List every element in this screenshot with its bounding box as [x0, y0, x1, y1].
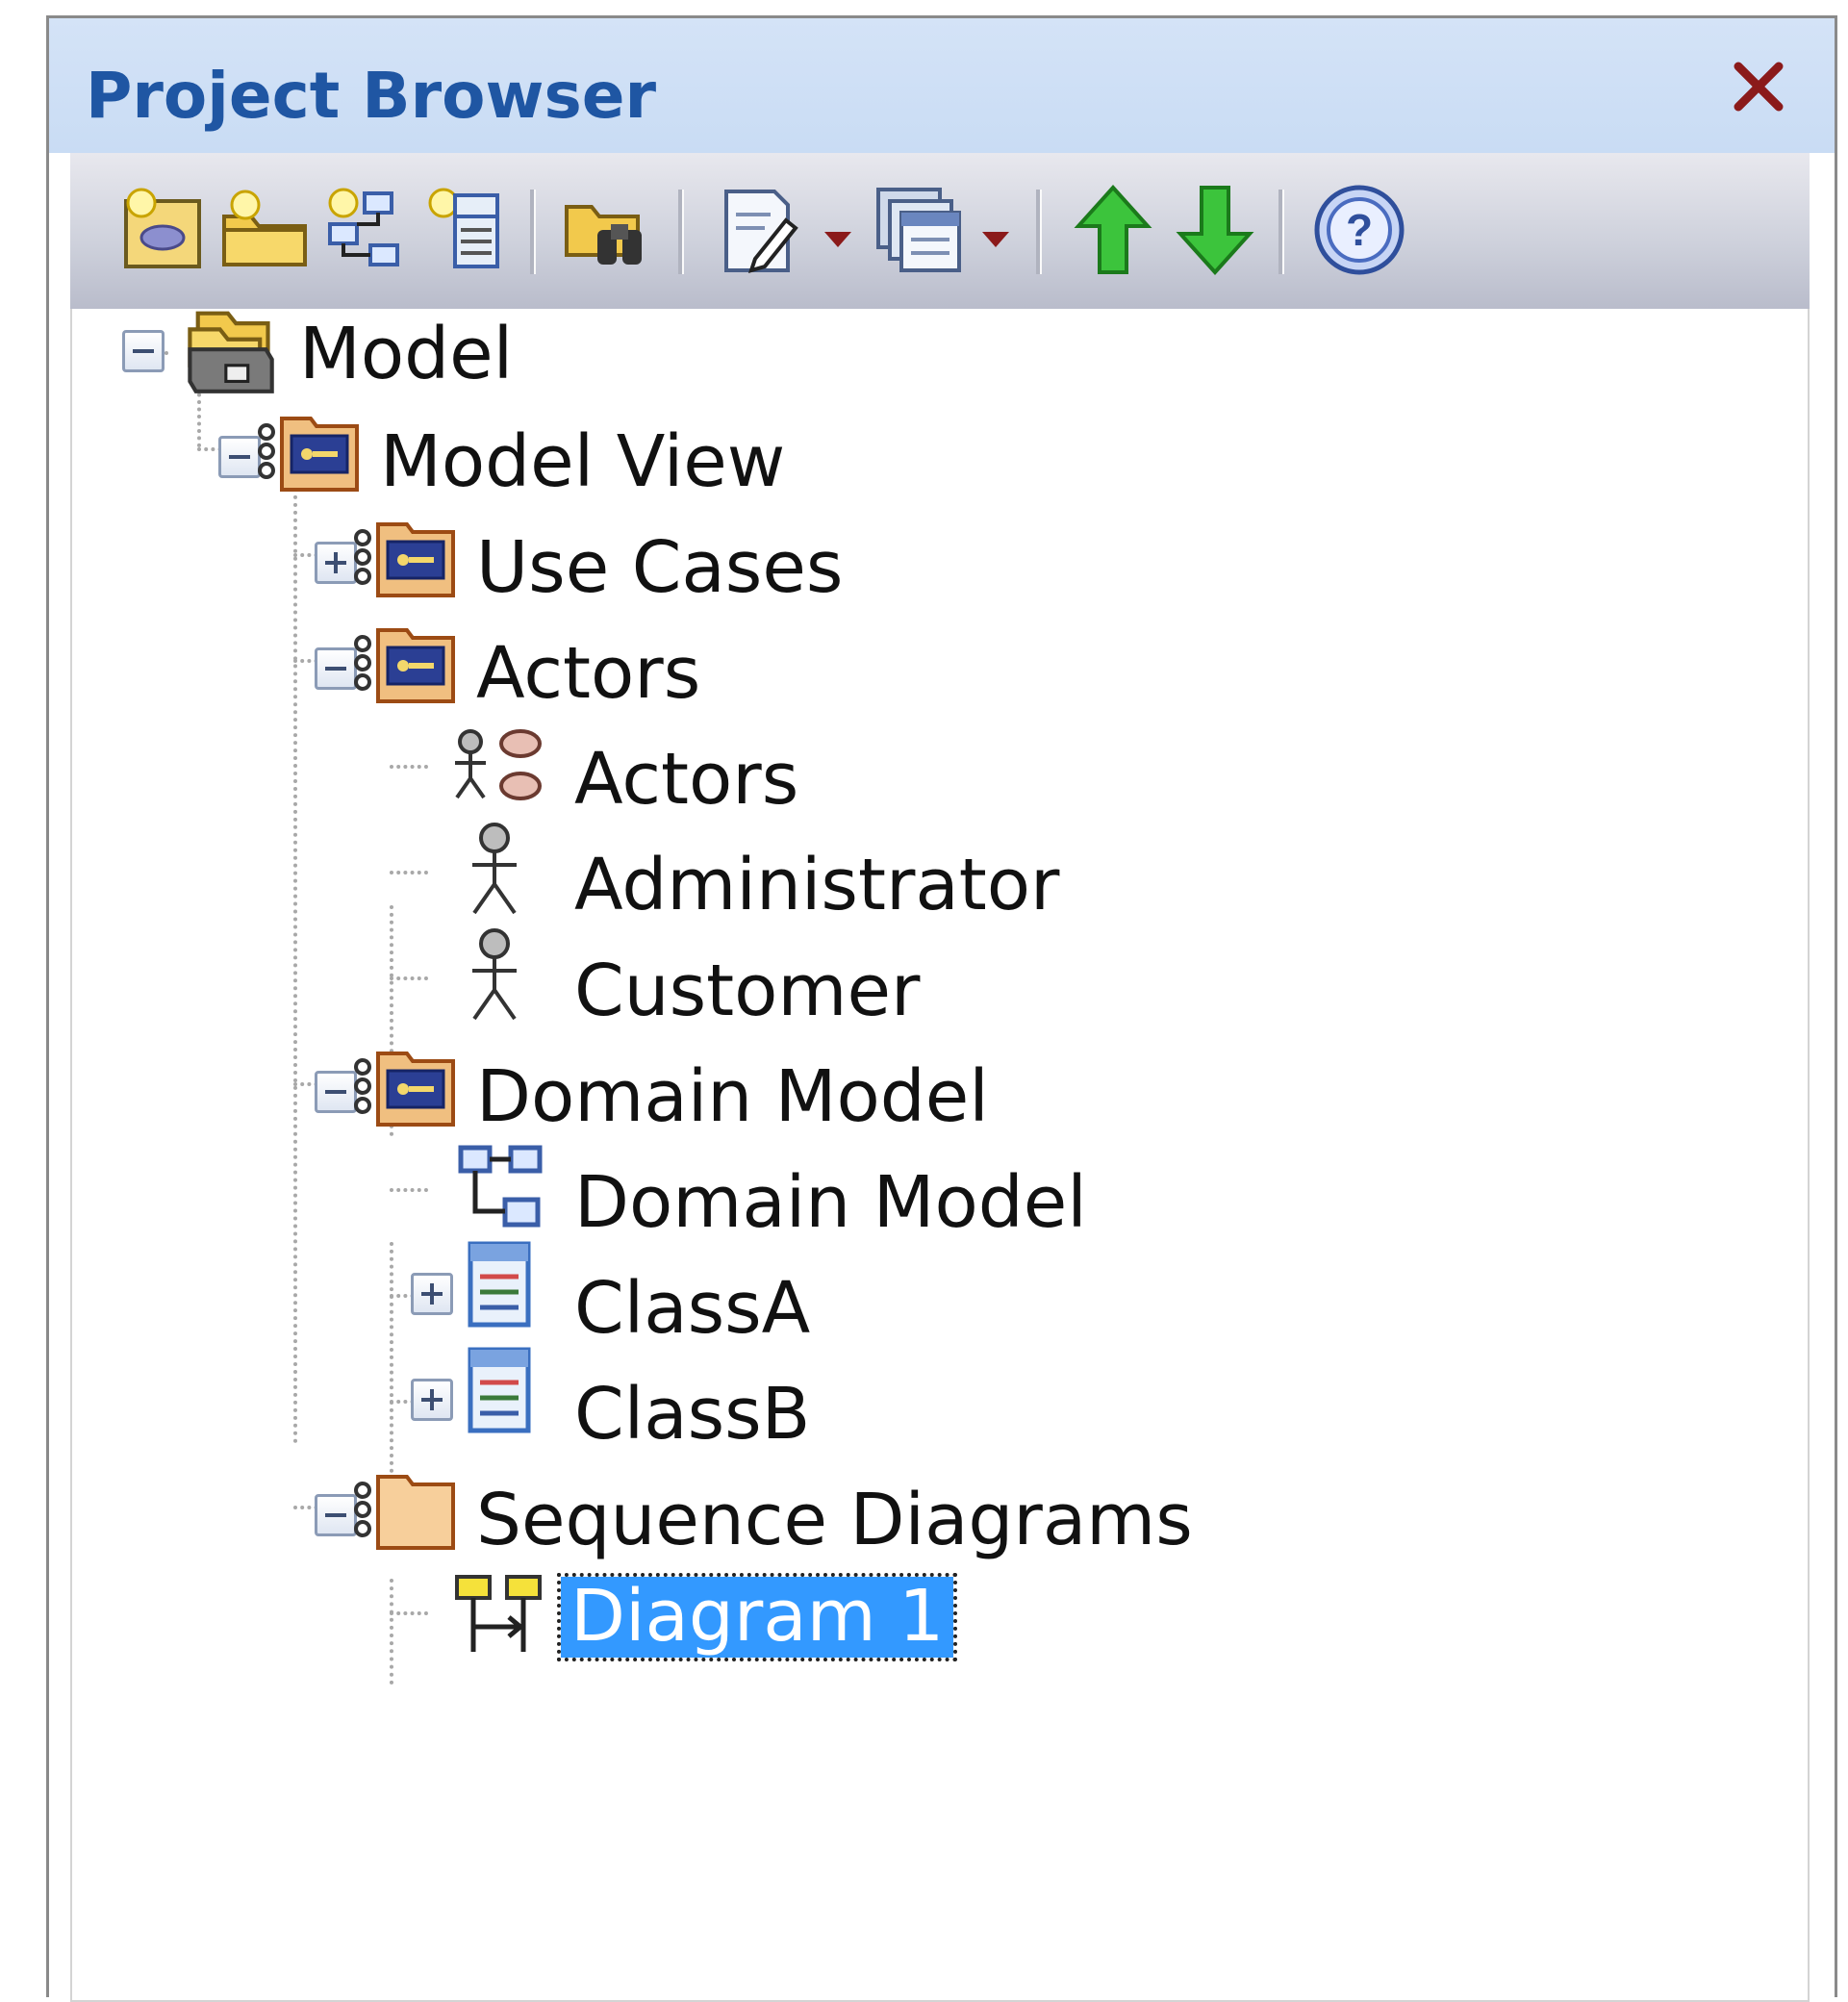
model-root-icon	[188, 311, 274, 393]
view-package-plain-icon	[354, 1475, 455, 1550]
sequence-diagram-icon	[455, 1575, 542, 1652]
toolbar: ?	[70, 153, 1810, 309]
tree-connector	[390, 1188, 428, 1192]
view-package-icon	[354, 1052, 455, 1127]
class-diagram-icon	[458, 1145, 543, 1228]
toolbar-separator	[1036, 190, 1042, 274]
tree-item-label-selected[interactable]: Diagram 1	[556, 1573, 958, 1661]
expand-toggle[interactable]	[411, 1273, 453, 1315]
tree-connector	[390, 1611, 428, 1615]
tree-connector	[390, 1579, 393, 1685]
tree-item-label[interactable]: ClassA	[574, 1273, 810, 1344]
project-tree: Model Model View Use Cases Actors Actors…	[70, 309, 1810, 2002]
tree-connector	[293, 472, 297, 1444]
tree-item-label[interactable]: Model	[299, 318, 513, 390]
expand-toggle[interactable]	[411, 1379, 453, 1421]
tree-item-label[interactable]: Domain Model	[574, 1167, 1087, 1238]
class-icon	[468, 1347, 531, 1433]
new-model-package-icon[interactable]	[116, 182, 213, 278]
actor-icon	[472, 823, 517, 915]
generate-report-icon[interactable]	[871, 182, 967, 278]
tree-item-label[interactable]: Administrator	[574, 849, 1059, 921]
chevron-down-icon[interactable]	[819, 220, 857, 259]
class-icon	[468, 1241, 531, 1328]
title-bar: Project Browser	[49, 18, 1835, 153]
tree-connector	[390, 765, 428, 769]
actor-icon	[472, 928, 517, 1021]
collapse-toggle[interactable]	[315, 1071, 357, 1113]
tree-connector	[390, 1242, 393, 1473]
svg-text:?: ?	[1346, 205, 1373, 255]
documentation-icon[interactable]	[711, 182, 807, 278]
use-case-diagram-icon	[455, 729, 542, 800]
help-icon[interactable]: ?	[1311, 182, 1407, 278]
expand-toggle[interactable]	[315, 542, 357, 584]
tree-item-label[interactable]: Domain Model	[476, 1061, 989, 1132]
view-package-icon	[258, 417, 359, 492]
tree-connector	[390, 871, 428, 874]
new-element-icon[interactable]	[417, 182, 513, 278]
move-down-icon[interactable]	[1167, 182, 1263, 278]
panel-title: Project Browser	[86, 59, 657, 133]
collapse-toggle[interactable]	[315, 1494, 357, 1536]
find-in-project-icon[interactable]	[561, 182, 657, 278]
project-browser-panel: Project Browser ? Model Model View Use C…	[46, 15, 1837, 2002]
toolbar-separator	[678, 190, 684, 274]
toolbar-separator	[1278, 190, 1284, 274]
tree-item-label[interactable]: Use Cases	[476, 532, 843, 603]
view-package-icon	[354, 522, 455, 597]
collapse-toggle[interactable]	[122, 330, 165, 372]
tree-item-label[interactable]: Model View	[380, 426, 785, 497]
tree-item-label[interactable]: ClassB	[574, 1379, 810, 1450]
view-package-icon	[354, 628, 455, 703]
new-package-icon[interactable]	[216, 182, 313, 278]
collapse-toggle[interactable]	[218, 436, 261, 478]
collapse-toggle[interactable]	[315, 647, 357, 690]
tree-item-label[interactable]: Sequence Diagrams	[476, 1484, 1193, 1556]
tree-item-label[interactable]: Actors	[574, 744, 798, 815]
move-up-icon[interactable]	[1065, 182, 1161, 278]
close-icon[interactable]	[1725, 53, 1792, 120]
toolbar-separator	[530, 190, 536, 274]
new-diagram-icon[interactable]	[316, 182, 413, 278]
tree-item-label[interactable]: Customer	[574, 955, 920, 1026]
tree-connector	[390, 976, 428, 980]
tree-item-label[interactable]: Actors	[476, 638, 700, 709]
chevron-down-icon[interactable]	[976, 220, 1015, 259]
